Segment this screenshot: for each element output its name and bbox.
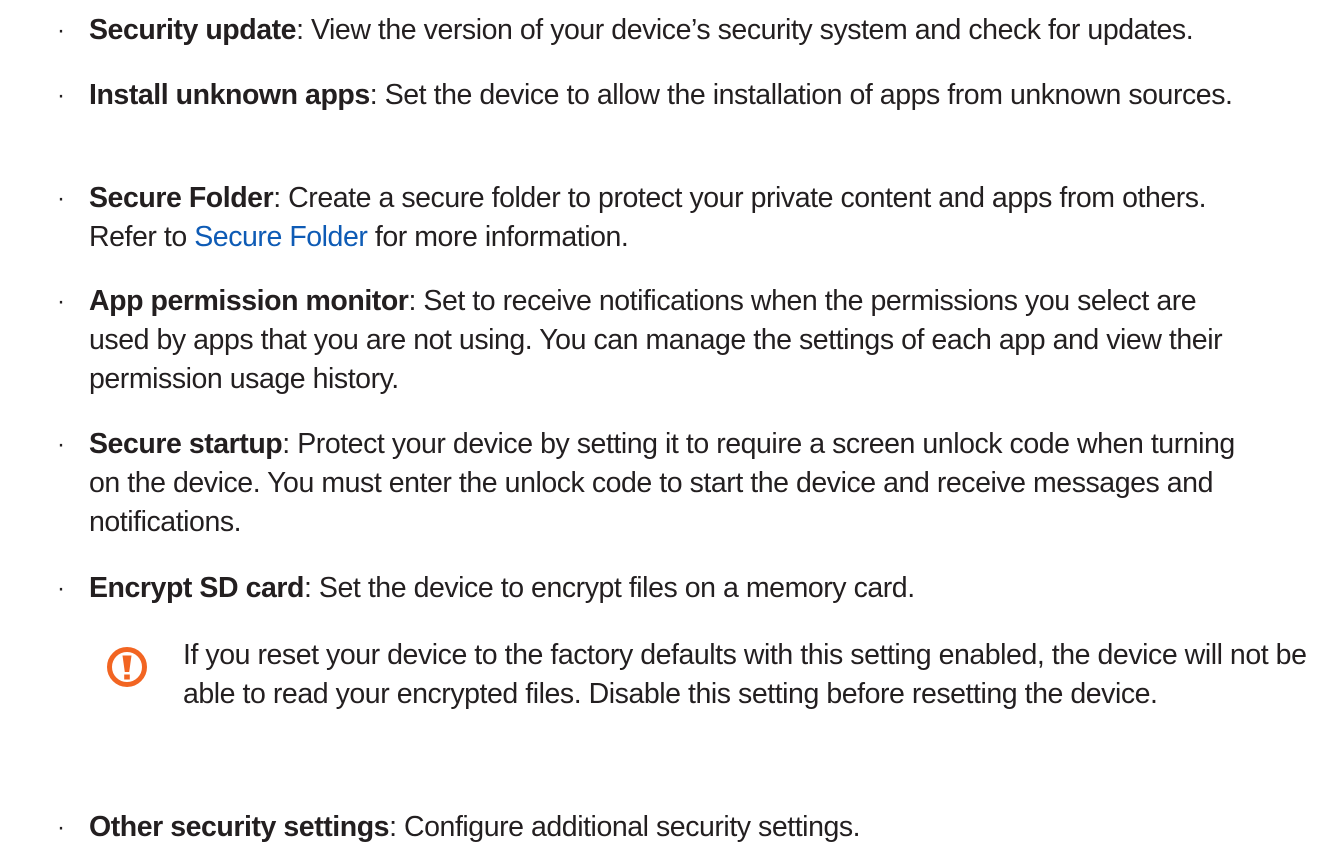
term-security-update: Security update xyxy=(89,14,297,46)
term-secure-folder: Secure Folder xyxy=(89,182,274,214)
list-item-text: Other security settings: Configure addit… xyxy=(89,808,1336,847)
bullet: · xyxy=(57,82,65,109)
bullet: · xyxy=(57,17,65,44)
list-item-encrypt-sd-card: · Encrypt SD card: Set the device to enc… xyxy=(46,569,1336,608)
list-item-install-unknown-apps: · Install unknown apps: Set the device t… xyxy=(46,76,1336,115)
list-item-text: App permission monitor: Set to receive n… xyxy=(89,282,1259,399)
description: : Set the device to allow the installati… xyxy=(369,79,1233,111)
description: : Set the device to encrypt files on a m… xyxy=(304,572,915,604)
bullet: · xyxy=(57,575,65,602)
list-item-text: Secure Folder: Create a secure folder to… xyxy=(89,179,1249,257)
list-item-secure-startup: · Secure startup: Protect your device by… xyxy=(46,425,1336,542)
list-item-secure-folder: · Secure Folder: Create a secure folder … xyxy=(46,179,1336,257)
list-item-other-security-settings: · Other security settings: Configure add… xyxy=(46,808,1336,847)
bullet: · xyxy=(57,814,65,841)
list-item-security-update: · Security update: View the version of y… xyxy=(46,11,1336,50)
bullet: · xyxy=(57,431,65,458)
bullet: · xyxy=(57,185,65,212)
term-app-permission-monitor: App permission monitor xyxy=(89,285,409,317)
description: : View the version of your device’s secu… xyxy=(296,14,1194,46)
list-item-text: Security update: View the version of you… xyxy=(89,11,1336,50)
description: : Configure additional security settings… xyxy=(389,811,861,843)
term-other-security-settings: Other security settings xyxy=(89,811,390,843)
list-item-app-permission-monitor: · App permission monitor: Set to receive… xyxy=(46,282,1336,399)
description-part-2: for more information. xyxy=(367,221,629,253)
term-encrypt-sd-card: Encrypt SD card xyxy=(89,572,304,604)
caution-note-text: If you reset your device to the factory … xyxy=(183,639,1307,710)
list-item-text: Encrypt SD card: Set the device to encry… xyxy=(89,569,1336,608)
bullet: · xyxy=(57,288,65,315)
list-item-text: Install unknown apps: Set the device to … xyxy=(89,76,1249,115)
term-install-unknown-apps: Install unknown apps xyxy=(89,79,370,111)
list-item-text: Secure startup: Protect your device by s… xyxy=(89,425,1259,542)
caution-icon xyxy=(107,647,147,687)
term-secure-startup: Secure startup xyxy=(89,428,283,460)
secure-folder-link[interactable]: Secure Folder xyxy=(194,221,368,253)
